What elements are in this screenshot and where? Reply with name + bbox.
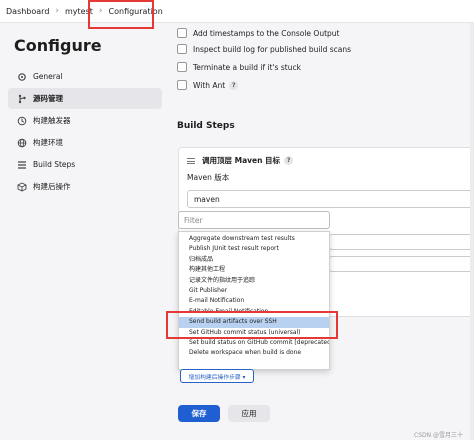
- sidebar-item-label: Build Steps: [33, 160, 76, 169]
- highlight-box-ssh-item: [166, 311, 338, 339]
- filter-input[interactable]: Filter: [178, 211, 330, 229]
- sidebar-item-label: 源码管理: [33, 94, 63, 103]
- save-button[interactable]: 保存: [178, 405, 220, 422]
- timestamps-checkbox[interactable]: [177, 28, 187, 38]
- timestamps-label: Add timestamps to the Console Output: [193, 28, 340, 38]
- sidebar-item-label: 构建环境: [33, 138, 63, 147]
- background-field[interactable]: [329, 234, 474, 250]
- sidebar-item-label: 构建后操作: [33, 182, 71, 191]
- help-icon[interactable]: ?: [229, 80, 239, 90]
- sidebar-item-build-steps[interactable]: Build Steps: [8, 154, 162, 175]
- terminate-label: Terminate a build if it's stuck: [193, 62, 301, 72]
- breadcrumb: Dashboard › mytest › Configuration: [0, 0, 474, 23]
- maven-version-select[interactable]: maven: [187, 190, 474, 208]
- maven-version-label: Maven 版本: [187, 173, 230, 182]
- sidebar-item-post-build[interactable]: 构建后操作: [8, 176, 162, 197]
- dropdown-item[interactable]: Publish JUnit test result report: [179, 244, 329, 254]
- with-ant-checkbox[interactable]: [177, 80, 187, 90]
- with-ant-label: With Ant: [193, 80, 226, 90]
- dropdown-item[interactable]: E-mail Notification: [179, 296, 329, 306]
- background-field[interactable]: [329, 256, 474, 272]
- option-with-ant: With Ant ?: [177, 80, 239, 90]
- watermark: CSDN @雪月三十: [414, 432, 464, 439]
- breadcrumb-dashboard[interactable]: Dashboard: [0, 7, 55, 16]
- branch-icon: [16, 93, 28, 105]
- dropdown-item[interactable]: 构建其他工程: [179, 265, 329, 275]
- drag-handle-icon[interactable]: [187, 157, 195, 164]
- dropdown-item[interactable]: Git Publisher: [179, 286, 329, 296]
- highlight-box-breadcrumb: [88, 0, 154, 29]
- option-terminate: Terminate a build if it's stuck: [177, 62, 301, 72]
- inspect-log-checkbox[interactable]: [177, 44, 187, 54]
- add-post-build-step-button[interactable]: 增加构建后操作步骤 ▾: [180, 369, 254, 383]
- sidebar-title: Configure: [14, 36, 102, 55]
- gear-icon: [16, 71, 28, 83]
- terminate-checkbox[interactable]: [177, 62, 187, 72]
- globe-icon: [16, 137, 28, 149]
- help-icon[interactable]: ?: [284, 156, 294, 165]
- sidebar-item-build-triggers[interactable]: 构建触发器: [8, 110, 162, 131]
- sidebar-item-label: General: [33, 72, 63, 81]
- option-timestamps: Add timestamps to the Console Output: [177, 28, 339, 38]
- dropdown-item[interactable]: 记录文件的指纹用于追踪: [179, 276, 329, 286]
- cube-icon: [16, 181, 28, 193]
- dropdown-item[interactable]: 归档成品: [179, 255, 329, 265]
- sidebar-item-label: 构建触发器: [33, 116, 71, 125]
- build-steps-title: Build Steps: [177, 121, 235, 131]
- sidebar: General 源码管理 构建触发器 构建环境 Build Steps 构建后操…: [8, 66, 162, 198]
- dropdown-item[interactable]: Delete workspace when build is done: [179, 348, 329, 358]
- apply-button[interactable]: 应用: [228, 405, 270, 422]
- post-build-dropdown: Aggregate downstream test results Publis…: [178, 231, 330, 370]
- option-inspect-log: Inspect build log for published build sc…: [177, 44, 351, 54]
- inspect-log-label: Inspect build log for published build sc…: [193, 44, 352, 54]
- maven-step-title: 调用顶层 Maven 目标: [202, 156, 281, 165]
- dropdown-item[interactable]: Aggregate downstream test results: [179, 234, 329, 244]
- clock-icon: [16, 115, 28, 127]
- sidebar-item-general[interactable]: General: [8, 66, 162, 87]
- scrollbar[interactable]: [470, 23, 474, 440]
- dropdown-item[interactable]: Set build status on GitHub commit [depre…: [179, 338, 329, 348]
- list-icon: [16, 159, 28, 171]
- sidebar-item-source-control[interactable]: 源码管理: [8, 88, 162, 109]
- sidebar-item-build-environment[interactable]: 构建环境: [8, 132, 162, 153]
- maven-step-header: 调用顶层 Maven 目标 ?: [187, 155, 294, 166]
